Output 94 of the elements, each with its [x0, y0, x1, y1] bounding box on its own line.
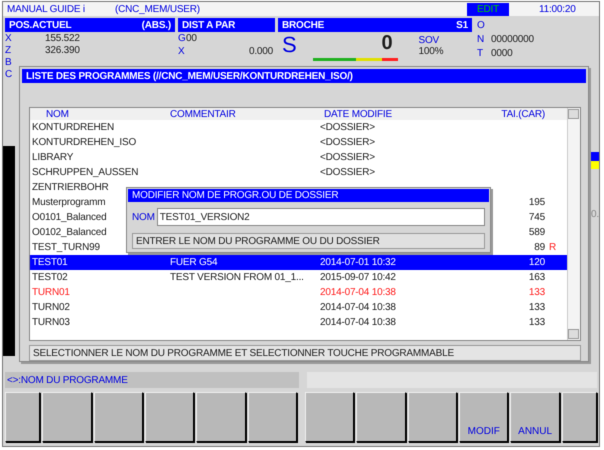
table-row[interactable]: LIBRARY <DOSSIER>	[30, 150, 567, 165]
program-size: 163	[528, 272, 545, 283]
softkey[interactable]	[42, 392, 92, 442]
scrollbar[interactable]	[567, 108, 580, 340]
program-size: 133	[528, 317, 545, 328]
info-label: T	[476, 48, 484, 58]
modified-date: 2014-07-04 10:38	[320, 317, 396, 328]
override-value: 100%	[418, 46, 444, 57]
window-title: LISTE DES PROGRAMMES (//CNC_MEM/USER/KONTURDREHEN_ISO/)	[22, 69, 586, 83]
softkey[interactable]	[562, 392, 598, 442]
spindle-letter: S	[282, 32, 296, 58]
modified-date: <DOSSIER>	[320, 152, 375, 163]
axis-label: B	[5, 56, 12, 68]
path-label: (CNC_MEM/USER)	[114, 4, 200, 14]
softkey[interactable]	[94, 392, 143, 442]
program-name: KONTURDREHEN	[32, 122, 114, 133]
app-title: MANUAL GUIDE i	[7, 4, 85, 14]
status-letter: R	[548, 242, 556, 253]
input-prompt: <>:NOM DU PROGRAMME	[5, 372, 299, 388]
modified-date: 2014-07-01 10:32	[320, 257, 396, 268]
axis-label: Z	[5, 44, 11, 56]
table-row[interactable]: KONTURDREHEN_ISO <DOSSIER>	[30, 135, 567, 150]
axis-label: X	[178, 46, 186, 56]
program-name: SCHRUPPEN_AUSSEN	[32, 167, 138, 178]
column-header[interactable]: NOM	[32, 108, 170, 120]
program-size: 589	[528, 227, 545, 238]
axis-value: 0.000	[248, 46, 273, 56]
modified-date: <DOSSIER>	[320, 137, 375, 148]
program-name: TEST_TURN99	[32, 242, 100, 253]
modified-date: <DOSSIER>	[320, 167, 375, 178]
program-size: 120	[528, 257, 545, 268]
axis-value: 326.390	[45, 44, 80, 56]
name-input-field[interactable]: TEST01_VERSION2	[156, 208, 485, 226]
program-name: Musterprogramm	[32, 197, 106, 208]
clock-time: 11:00:20	[539, 4, 577, 14]
program-name: TURN03	[32, 317, 70, 328]
axis-label: X	[5, 32, 12, 44]
softkey[interactable]	[5, 392, 40, 442]
axis-value: 155.522	[45, 32, 80, 44]
dialog-message: ENTRER LE NOM DU PROGRAMME OU DU DOSSIER	[132, 233, 485, 249]
table-row[interactable]: SCHRUPPEN_AUSSEN <DOSSIER>	[30, 165, 567, 180]
program-name: TURN01	[32, 287, 70, 298]
softkey[interactable]	[305, 392, 354, 442]
dialog-title: MODIFIER NOM DE PROGR.OU DE DOSSIER	[128, 189, 489, 202]
g-code-value: 00	[186, 32, 197, 44]
table-row[interactable]: TEST01 FUER G54 2014-07-01 10:32 120	[30, 255, 567, 270]
modified-date: 2014-07-04 10:38	[320, 287, 396, 298]
softkey[interactable]	[196, 392, 246, 442]
info-label: O	[476, 20, 486, 30]
modified-date: <DOSSIER>	[320, 122, 375, 133]
message-text: SELECTIONNER LE NOM DU PROGRAMME ET SELECTIONNER TOUCHE PROGRAMMABLE	[29, 345, 581, 361]
field-label: NOM	[132, 212, 155, 222]
panel-title: BROCHE	[282, 20, 324, 30]
program-name: KONTURDREHEN_ISO	[32, 137, 136, 148]
column-header[interactable]: COMMENTAIR	[170, 108, 320, 120]
column-header[interactable]: DATE MODIFIE	[320, 108, 460, 120]
softkey[interactable]: MODIF	[459, 392, 508, 442]
mode-indicator: EDIT	[467, 2, 509, 16]
modified-date: 2014-07-04 10:38	[320, 302, 396, 313]
program-size: 133	[528, 287, 545, 298]
program-name: O0102_Balanced	[32, 227, 106, 238]
program-name: TURN02	[32, 302, 70, 313]
program-name: TEST01	[32, 257, 68, 268]
program-name: TEST02	[32, 272, 68, 283]
table-row[interactable]: TEST02 TEST VERSION FROM 01_1... 2015-09-07 10:42 163	[30, 270, 567, 285]
spindle-speed: 0	[380, 32, 392, 55]
axis-label: C	[5, 68, 12, 80]
panel-mode: (ABS.)	[142, 20, 171, 30]
column-header[interactable]: TAI.(CAR)	[460, 108, 545, 120]
softkey[interactable]	[248, 392, 298, 442]
program-size: 89	[534, 242, 545, 253]
table-row[interactable]: TURN03 2014-07-04 10:38 133	[30, 315, 567, 330]
panel-title: POS.ACTUEL	[9, 20, 72, 30]
panel-title: DIST A PAR	[182, 20, 236, 30]
table-row[interactable]: KONTURDREHEN <DOSSIER>	[30, 120, 567, 135]
table-row[interactable]: TURN01 2014-07-04 10:38 133	[30, 285, 567, 300]
program-comment: FUER G54	[170, 257, 218, 268]
program-name: LIBRARY	[32, 152, 74, 163]
softkey[interactable]	[356, 392, 406, 442]
info-value: 00000000	[491, 34, 534, 44]
program-size: 133	[528, 302, 545, 313]
info-value: 0000	[491, 48, 512, 58]
softkey[interactable]: ANNUL	[510, 392, 560, 442]
override-label: SOV	[418, 35, 440, 46]
softkey[interactable]	[144, 392, 194, 442]
table-row[interactable]: TURN02 2014-07-04 10:38 133	[30, 300, 567, 315]
info-label: N	[476, 34, 486, 44]
axis-label: G	[178, 32, 186, 44]
side-value: 0.	[591, 209, 599, 220]
channel-label: S1	[456, 20, 468, 30]
softkey[interactable]	[408, 392, 458, 442]
modified-date: 2015-09-07 10:42	[320, 272, 396, 283]
program-size: 195	[528, 197, 545, 208]
program-comment: TEST VERSION FROM 01_1...	[170, 272, 304, 283]
